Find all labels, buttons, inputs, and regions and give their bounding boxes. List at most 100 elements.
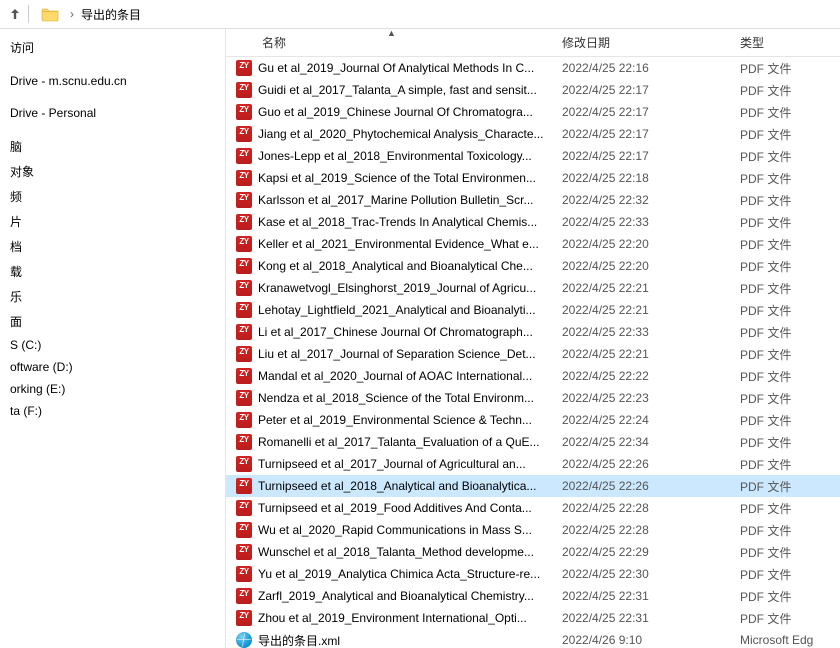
file-name: Guidi et al_2017_Talanta_A simple, fast … (258, 83, 548, 97)
file-name-cell[interactable]: Turnipseed et al_2018_Analytical and Bio… (226, 478, 548, 494)
file-name: Turnipseed et al_2019_Food Additives And… (258, 501, 548, 515)
file-type: PDF 文件 (726, 324, 840, 341)
file-row[interactable]: Zhou et al_2019_Environment Internationa… (226, 607, 840, 629)
sidebar-item[interactable]: 片 (0, 209, 225, 234)
file-date: 2022/4/25 22:21 (548, 281, 726, 295)
column-header-date[interactable]: 修改日期 (548, 34, 726, 51)
file-row[interactable]: 导出的条目.xml2022/4/26 9:10Microsoft Edg (226, 629, 840, 648)
file-name-cell[interactable]: Wunschel et al_2018_Talanta_Method devel… (226, 544, 548, 560)
up-icon[interactable] (4, 3, 26, 25)
file-name-cell[interactable]: Turnipseed et al_2019_Food Additives And… (226, 500, 548, 516)
file-row[interactable]: Turnipseed et al_2018_Analytical and Bio… (226, 475, 840, 497)
file-name-cell[interactable]: Kranawetvogl_Elsinghorst_2019_Journal of… (226, 280, 548, 296)
file-name-cell[interactable]: Yu et al_2019_Analytica Chimica Acta_Str… (226, 566, 548, 582)
file-date: 2022/4/25 22:31 (548, 589, 726, 603)
file-name: Kong et al_2018_Analytical and Bioanalyt… (258, 259, 548, 273)
file-row[interactable]: Li et al_2017_Chinese Journal Of Chromat… (226, 321, 840, 343)
file-row[interactable]: Kranawetvogl_Elsinghorst_2019_Journal of… (226, 277, 840, 299)
file-name-cell[interactable]: Keller et al_2021_Environmental Evidence… (226, 236, 548, 252)
sidebar-item[interactable]: 面 (0, 309, 225, 334)
breadcrumb-item[interactable]: 导出的条目 (79, 4, 143, 25)
sidebar-item[interactable]: 对象 (0, 159, 225, 184)
file-date: 2022/4/25 22:24 (548, 413, 726, 427)
file-row[interactable]: Yu et al_2019_Analytica Chimica Acta_Str… (226, 563, 840, 585)
sidebar-item[interactable]: 访问 (0, 35, 225, 60)
file-name-cell[interactable]: Karlsson et al_2017_Marine Pollution Bul… (226, 192, 548, 208)
file-name: Jiang et al_2020_Phytochemical Analysis_… (258, 127, 548, 141)
file-type: PDF 文件 (726, 280, 840, 297)
file-name-cell[interactable]: Zhou et al_2019_Environment Internationa… (226, 610, 548, 626)
file-type: PDF 文件 (726, 214, 840, 231)
file-name-cell[interactable]: Mandal et al_2020_Journal of AOAC Intern… (226, 368, 548, 384)
file-row[interactable]: Jones-Lepp et al_2018_Environmental Toxi… (226, 145, 840, 167)
file-row[interactable]: Liu et al_2017_Journal of Separation Sci… (226, 343, 840, 365)
sidebar-item[interactable]: 档 (0, 234, 225, 259)
file-row[interactable]: Karlsson et al_2017_Marine Pollution Bul… (226, 189, 840, 211)
file-name-cell[interactable]: Kapsi et al_2019_Science of the Total En… (226, 170, 548, 186)
file-type: Microsoft Edg (726, 633, 840, 647)
file-name-cell[interactable]: Peter et al_2019_Environmental Science &… (226, 412, 548, 428)
pdf-file-icon (236, 60, 252, 76)
file-date: 2022/4/25 22:17 (548, 83, 726, 97)
file-name-cell[interactable]: Nendza et al_2018_Science of the Total E… (226, 390, 548, 406)
file-name-cell[interactable]: Jiang et al_2020_Phytochemical Analysis_… (226, 126, 548, 142)
file-row[interactable]: Guidi et al_2017_Talanta_A simple, fast … (226, 79, 840, 101)
file-name-cell[interactable]: 导出的条目.xml (226, 632, 548, 648)
sidebar-item[interactable]: 乐 (0, 284, 225, 309)
file-type: PDF 文件 (726, 368, 840, 385)
file-row[interactable]: Kapsi et al_2019_Science of the Total En… (226, 167, 840, 189)
file-row[interactable]: Lehotay_Lightfield_2021_Analytical and B… (226, 299, 840, 321)
file-name-cell[interactable]: Gu et al_2019_Journal Of Analytical Meth… (226, 60, 548, 76)
file-name: Li et al_2017_Chinese Journal Of Chromat… (258, 325, 548, 339)
file-row[interactable]: Kase et al_2018_Trac-Trends In Analytica… (226, 211, 840, 233)
file-row[interactable]: Wunschel et al_2018_Talanta_Method devel… (226, 541, 840, 563)
column-header-type[interactable]: 类型 (726, 34, 840, 51)
file-row[interactable]: Zarfl_2019_Analytical and Bioanalytical … (226, 585, 840, 607)
file-row[interactable]: Romanelli et al_2017_Talanta_Evaluation … (226, 431, 840, 453)
file-name-cell[interactable]: Liu et al_2017_Journal of Separation Sci… (226, 346, 548, 362)
sidebar-item[interactable]: oftware (D:) (0, 356, 225, 378)
file-row[interactable]: Gu et al_2019_Journal Of Analytical Meth… (226, 57, 840, 79)
sidebar-item[interactable]: 频 (0, 184, 225, 209)
file-row[interactable]: Wu et al_2020_Rapid Communications in Ma… (226, 519, 840, 541)
file-date: 2022/4/25 22:20 (548, 237, 726, 251)
file-date: 2022/4/25 22:33 (548, 325, 726, 339)
file-name: Guo et al_2019_Chinese Journal Of Chroma… (258, 105, 548, 119)
sidebar-item[interactable]: S (C:) (0, 334, 225, 356)
file-type: PDF 文件 (726, 82, 840, 99)
file-name-cell[interactable]: Kase et al_2018_Trac-Trends In Analytica… (226, 214, 548, 230)
sidebar-item[interactable]: 载 (0, 259, 225, 284)
file-date: 2022/4/26 9:10 (548, 633, 726, 647)
sidebar-item[interactable]: 脑 (0, 134, 225, 159)
file-row[interactable]: Kong et al_2018_Analytical and Bioanalyt… (226, 255, 840, 277)
file-row[interactable]: Keller et al_2021_Environmental Evidence… (226, 233, 840, 255)
file-date: 2022/4/25 22:28 (548, 501, 726, 515)
file-row[interactable]: Peter et al_2019_Environmental Science &… (226, 409, 840, 431)
file-row[interactable]: Nendza et al_2018_Science of the Total E… (226, 387, 840, 409)
file-row[interactable]: Guo et al_2019_Chinese Journal Of Chroma… (226, 101, 840, 123)
file-name-cell[interactable]: Kong et al_2018_Analytical and Bioanalyt… (226, 258, 548, 274)
address-bar[interactable]: › 导出的条目 (0, 0, 840, 29)
file-name-cell[interactable]: Jones-Lepp et al_2018_Environmental Toxi… (226, 148, 548, 164)
file-name-cell[interactable]: Turnipseed et al_2017_Journal of Agricul… (226, 456, 548, 472)
sidebar-item[interactable]: ta (F:) (0, 400, 225, 422)
xml-file-icon (236, 632, 252, 648)
sidebar-item[interactable]: orking (E:) (0, 378, 225, 400)
pdf-file-icon (236, 302, 252, 318)
sidebar-item[interactable]: Drive - m.scnu.edu.cn (0, 70, 225, 92)
chevron-right-icon[interactable]: › (70, 7, 74, 21)
file-name-cell[interactable]: Romanelli et al_2017_Talanta_Evaluation … (226, 434, 548, 450)
file-row[interactable]: Mandal et al_2020_Journal of AOAC Intern… (226, 365, 840, 387)
file-name-cell[interactable]: Wu et al_2020_Rapid Communications in Ma… (226, 522, 548, 538)
file-name-cell[interactable]: Lehotay_Lightfield_2021_Analytical and B… (226, 302, 548, 318)
file-row[interactable]: Jiang et al_2020_Phytochemical Analysis_… (226, 123, 840, 145)
file-name: Keller et al_2021_Environmental Evidence… (258, 237, 548, 251)
file-name-cell[interactable]: Li et al_2017_Chinese Journal Of Chromat… (226, 324, 548, 340)
file-type: PDF 文件 (726, 148, 840, 165)
file-row[interactable]: Turnipseed et al_2017_Journal of Agricul… (226, 453, 840, 475)
file-name-cell[interactable]: Guidi et al_2017_Talanta_A simple, fast … (226, 82, 548, 98)
sidebar-item[interactable]: Drive - Personal (0, 102, 225, 124)
file-name-cell[interactable]: Guo et al_2019_Chinese Journal Of Chroma… (226, 104, 548, 120)
file-row[interactable]: Turnipseed et al_2019_Food Additives And… (226, 497, 840, 519)
file-name-cell[interactable]: Zarfl_2019_Analytical and Bioanalytical … (226, 588, 548, 604)
